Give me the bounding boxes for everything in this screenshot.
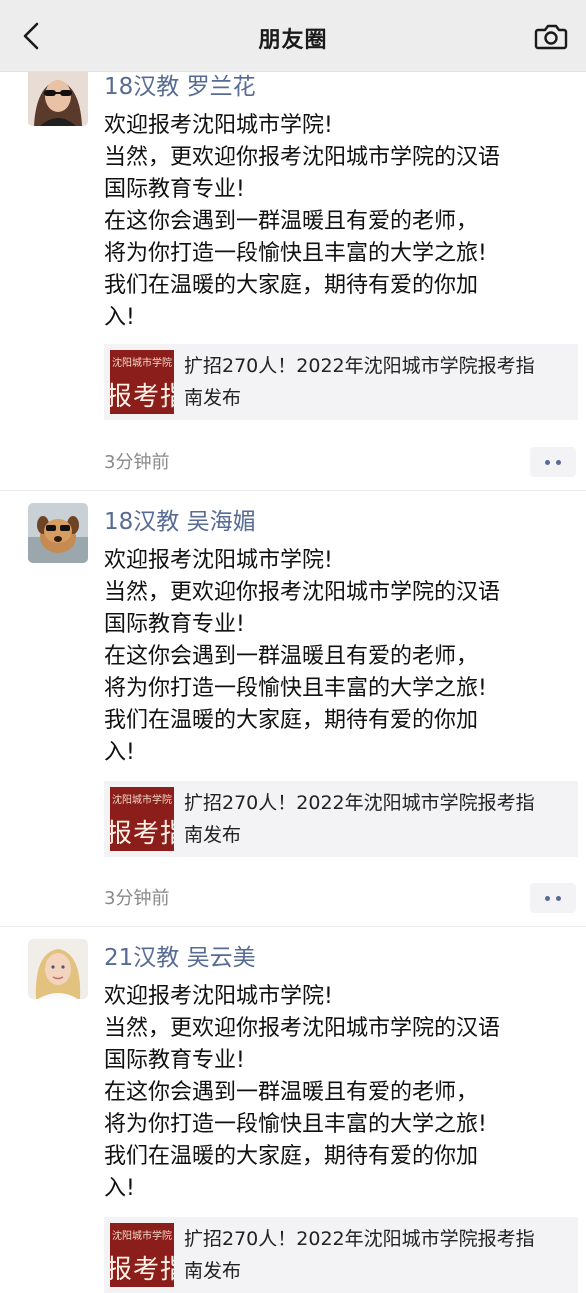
more-actions-button[interactable] bbox=[530, 447, 576, 477]
link-title: 扩招270人！2022年沈阳城市学院报考指 南发布 bbox=[184, 350, 572, 414]
link-thumbnail: 沈阳城市学院 报考指南 bbox=[110, 350, 174, 414]
post-text-line: 国际教育专业! bbox=[104, 177, 245, 202]
thumbnail-title: 报考指南 bbox=[110, 819, 174, 849]
moment-post: 18汉教 罗兰花 欢迎报考沈阳城市学院! 当然，更欢迎你报考沈阳城市学院的汉语 … bbox=[0, 54, 586, 491]
post-text-line: 将为你打造一段愉快且丰富的大学之旅! bbox=[104, 676, 487, 701]
post-text-line: 在这你会遇到一群温暖且有爱的老师， bbox=[104, 644, 479, 669]
author-name[interactable]: 21汉教 吴云美 bbox=[104, 943, 256, 973]
post-time: 3分钟前 bbox=[104, 452, 170, 473]
post-text-line: 我们在温暖的大家庭，期待有爱的你加 bbox=[104, 708, 479, 733]
more-dots-icon bbox=[545, 459, 550, 465]
post-text-line: 国际教育专业! bbox=[104, 1048, 245, 1073]
shared-link-card[interactable]: 沈阳城市学院 报考指南 扩招270人！2022年沈阳城市学院报考指 南发布 bbox=[104, 781, 578, 857]
post-time: 3分钟前 bbox=[104, 888, 170, 909]
link-title-line: 南发布 bbox=[184, 824, 242, 846]
college-logo-text: 沈阳城市学院 bbox=[112, 1231, 172, 1242]
more-dots-icon bbox=[556, 459, 561, 465]
post-text-line: 在这你会遇到一群温暖且有爱的老师， bbox=[104, 1080, 479, 1105]
post-text-line: 我们在温暖的大家庭，期待有爱的你加 bbox=[104, 273, 479, 298]
post-text-line: 将为你打造一段愉快且丰富的大学之旅! bbox=[104, 1112, 487, 1137]
moment-post: 18汉教 吴海媚 欢迎报考沈阳城市学院! 当然，更欢迎你报考沈阳城市学院的汉语 … bbox=[0, 491, 586, 927]
moments-feed: 18汉教 罗兰花 欢迎报考沈阳城市学院! 当然，更欢迎你报考沈阳城市学院的汉语 … bbox=[0, 54, 586, 1293]
more-actions-button[interactable] bbox=[530, 883, 576, 913]
post-text-line: 当然，更欢迎你报考沈阳城市学院的汉语 bbox=[104, 145, 501, 170]
avatar[interactable] bbox=[28, 66, 88, 126]
post-text: 欢迎报考沈阳城市学院! 当然，更欢迎你报考沈阳城市学院的汉语 国际教育专业! 在… bbox=[104, 981, 574, 1205]
page-title: 朋友圈 bbox=[258, 28, 328, 53]
thumbnail-title: 报考指南 bbox=[110, 1255, 174, 1285]
post-text-line: 欢迎报考沈阳城市学院! bbox=[104, 548, 333, 573]
post-text-line: 国际教育专业! bbox=[104, 612, 245, 637]
avatar[interactable] bbox=[28, 939, 88, 999]
author-name[interactable]: 18汉教 罗兰花 bbox=[104, 72, 256, 102]
post-text-line: 入! bbox=[104, 305, 135, 330]
avatar[interactable] bbox=[28, 503, 88, 563]
more-dots-icon bbox=[556, 895, 561, 901]
link-title-line: 南发布 bbox=[184, 1260, 242, 1282]
link-title-line: 南发布 bbox=[184, 387, 242, 409]
post-text-line: 入! bbox=[104, 1176, 135, 1201]
author-name[interactable]: 18汉教 吴海媚 bbox=[104, 507, 256, 537]
link-title-line: 扩招270人！2022年沈阳城市学院报考指 bbox=[184, 1228, 535, 1250]
post-text: 欢迎报考沈阳城市学院! 当然，更欢迎你报考沈阳城市学院的汉语 国际教育专业! 在… bbox=[104, 110, 574, 334]
link-title-line: 扩招270人！2022年沈阳城市学院报考指 bbox=[184, 792, 535, 814]
post-text-line: 入! bbox=[104, 740, 135, 765]
post-text-line: 当然，更欢迎你报考沈阳城市学院的汉语 bbox=[104, 1016, 501, 1041]
camera-icon bbox=[534, 24, 568, 50]
post-text-line: 欢迎报考沈阳城市学院! bbox=[104, 113, 333, 138]
top-nav-bar: 朋友圈 bbox=[0, 0, 586, 72]
post-text-line: 当然，更欢迎你报考沈阳城市学院的汉语 bbox=[104, 580, 501, 605]
shared-link-card[interactable]: 沈阳城市学院 报考指南 扩招270人！2022年沈阳城市学院报考指 南发布 bbox=[104, 344, 578, 420]
post-text-line: 将为你打造一段愉快且丰富的大学之旅! bbox=[104, 241, 487, 266]
post-text-line: 在这你会遇到一群温暖且有爱的老师， bbox=[104, 209, 479, 234]
link-title: 扩招270人！2022年沈阳城市学院报考指 南发布 bbox=[184, 1223, 572, 1287]
shared-link-card[interactable]: 沈阳城市学院 报考指南 扩招270人！2022年沈阳城市学院报考指 南发布 bbox=[104, 1217, 578, 1293]
link-thumbnail: 沈阳城市学院 报考指南 bbox=[110, 787, 174, 851]
camera-button[interactable] bbox=[532, 18, 570, 54]
college-logo-text: 沈阳城市学院 bbox=[112, 795, 172, 806]
link-title: 扩招270人！2022年沈阳城市学院报考指 南发布 bbox=[184, 787, 572, 851]
post-text-line: 我们在温暖的大家庭，期待有爱的你加 bbox=[104, 1144, 479, 1169]
post-text: 欢迎报考沈阳城市学院! 当然，更欢迎你报考沈阳城市学院的汉语 国际教育专业! 在… bbox=[104, 545, 574, 769]
link-thumbnail: 沈阳城市学院 报考指南 bbox=[110, 1223, 174, 1287]
moment-post: 21汉教 吴云美 欢迎报考沈阳城市学院! 当然，更欢迎你报考沈阳城市学院的汉语 … bbox=[0, 927, 586, 1293]
college-logo-text: 沈阳城市学院 bbox=[112, 358, 172, 369]
post-text-line: 欢迎报考沈阳城市学院! bbox=[104, 984, 333, 1009]
more-dots-icon bbox=[545, 895, 550, 901]
link-title-line: 扩招270人！2022年沈阳城市学院报考指 bbox=[184, 355, 535, 377]
thumbnail-title: 报考指南 bbox=[110, 382, 174, 412]
